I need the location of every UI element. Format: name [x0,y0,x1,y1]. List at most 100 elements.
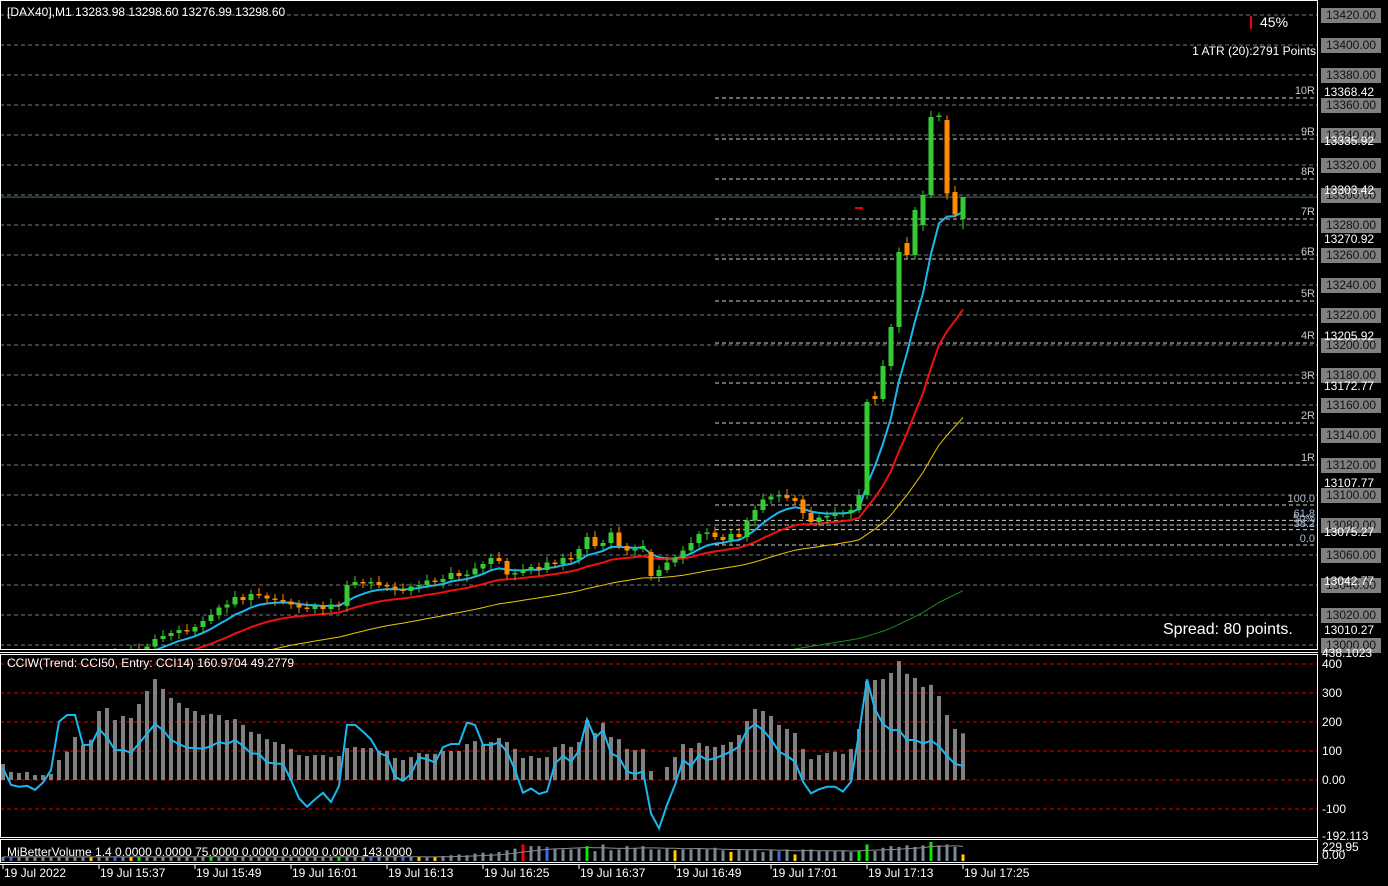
cci-axis-label: 0.00 [1322,773,1346,787]
volume-bar [785,849,789,861]
volume-bar [425,857,429,861]
candle-body [680,550,686,558]
time-axis-label: 19 Jul 15:37 [100,866,166,880]
volume-bar [729,851,733,861]
candle-body [600,543,606,546]
volume-bar [769,850,773,861]
fib-level-label: 0.0 [1299,532,1315,545]
candle-body [184,630,190,632]
cci50-bar [233,719,237,780]
cci50-bar [225,719,229,780]
candle-body [376,582,382,585]
volume-bar [953,846,957,861]
candle-body [792,498,798,501]
level-price-label: 13042.77 [1324,573,1375,588]
candle-body [216,607,222,615]
cci50-bar [897,661,901,780]
candle-body [192,627,198,632]
volume-bar [777,851,781,861]
volume-bar [873,851,877,861]
price-axis-label: 13220.00 [1321,308,1381,323]
candle-body [520,570,526,573]
volume-bar [713,847,717,861]
level-price-label: 13205.92 [1324,329,1375,344]
candle-body [816,517,822,522]
price-axis-label: 13240.00 [1321,278,1381,293]
cci50-bar [25,771,29,780]
candle-body [368,582,374,584]
volume-bar [513,848,517,861]
cci50-bar [881,679,885,780]
candle-body [656,570,662,576]
candle-body [352,582,358,585]
cci50-bar [409,757,413,780]
price-axis-label: 13060.00 [1321,548,1381,563]
candle-body [672,558,678,563]
volume-bar [905,845,909,861]
cci50-bar [81,744,85,780]
candle-body [304,607,310,609]
candle-body [864,402,870,495]
candle-body [344,585,350,606]
volume-bar [961,854,965,861]
candle-body [280,600,286,602]
cci50-bar [489,742,493,780]
volume-bar [633,847,637,861]
cci50-bar [593,733,597,780]
cci50-bar [921,686,925,780]
cci-axis-label: -100 [1322,802,1347,816]
cci50-bar [905,673,909,780]
volume-bar [449,855,453,861]
cci50-bar [329,757,333,780]
cci50-bar [193,710,197,780]
cci50-bar [449,751,453,780]
candle-body [800,499,806,513]
candle-body [400,589,406,591]
volume-title: MiBetterVolume 1.4 0.0000 0.0000 75.0000… [7,845,412,859]
cci50-bar [153,679,157,780]
chart-canvas[interactable] [0,0,1388,886]
candle-body [248,594,254,600]
candle-body [872,396,878,399]
candle-body [432,580,438,582]
cci50-bar [545,757,549,780]
candle-body [168,633,174,636]
candle-body [160,636,166,639]
cci50-bar [161,688,165,780]
volume-bar [737,849,741,861]
candle-body [33,672,38,680]
cci50-bar [505,742,509,780]
volume-bar [433,856,437,861]
cci50-bar [401,759,405,780]
time-axis-label: 19 Jul 17:13 [868,866,934,880]
price-axis-label: 13160.00 [1321,398,1381,413]
candle-body [144,646,150,649]
candle-body [608,532,614,543]
candle-body [512,573,518,575]
volume-bar [705,849,709,861]
time-axis-label: 19 Jul 16:25 [484,866,550,880]
time-axis-label: 19 Jul 17:01 [772,866,838,880]
candle-body [904,243,910,255]
volume-bar [457,854,461,861]
volume-bar [761,851,765,861]
candle-body [408,586,414,591]
candle-body [456,573,462,576]
level-price-label: 13303.42 [1324,182,1375,197]
level-price-label: 13010.27 [1324,622,1375,637]
price-axis-label: 13400.00 [1321,38,1381,53]
volume-bar [929,842,933,861]
volume-bar [937,845,941,861]
r-level-label: 5R [1300,288,1315,301]
r-level-label: 7R [1300,206,1315,218]
r-level-label: 9R [1300,126,1315,139]
cci50-bar [521,757,525,780]
cci50-bar [953,728,957,780]
risk-bar-icon [1250,16,1252,29]
candle-body [584,537,590,549]
price-grid [1,14,1317,646]
volume-bar [1,856,5,861]
cci50-bar [49,773,53,780]
candle-body [832,513,838,516]
cci50-bar [361,748,365,780]
